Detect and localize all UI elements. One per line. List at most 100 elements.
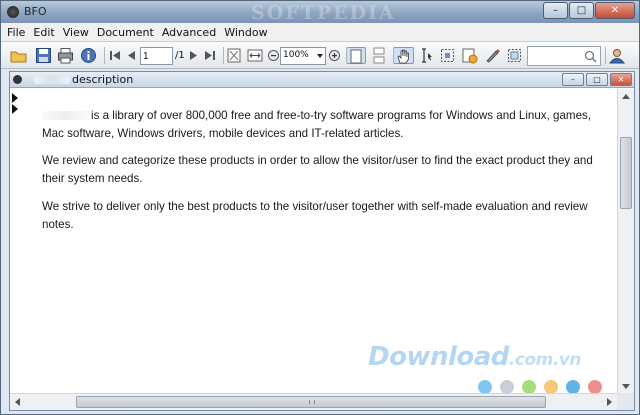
open-folder-icon — [10, 51, 27, 63]
search-input[interactable] — [527, 46, 601, 66]
prev-page-button[interactable] — [124, 47, 138, 64]
single-page-toggle[interactable] — [346, 47, 366, 64]
page-number-input[interactable] — [140, 47, 173, 65]
minimize-button[interactable]: – — [543, 2, 568, 19]
watermark-dot — [588, 380, 602, 394]
chevron-down-icon — [317, 54, 323, 58]
fit-width-button[interactable] — [246, 47, 264, 64]
document-close-button[interactable]: ✕ — [610, 73, 632, 86]
paragraph-3: We strive to deliver only the best produ… — [42, 200, 588, 231]
watermark-dot — [500, 380, 514, 394]
document-maximize-button[interactable]: □ — [586, 73, 608, 86]
softpedia-watermark: SOFTPEDIA — [251, 2, 396, 24]
maximize-button[interactable]: □ — [569, 2, 594, 19]
info-button[interactable] — [80, 47, 97, 64]
page-total-label: /1 — [175, 50, 185, 61]
watermark-dot — [478, 380, 492, 394]
menu-view[interactable]: View — [63, 26, 89, 39]
watermark-dot — [544, 380, 558, 394]
save-icon — [36, 48, 51, 63]
open-button[interactable] — [10, 47, 27, 64]
fit-width-icon — [247, 49, 263, 62]
zoom-out-icon — [268, 50, 279, 61]
print-button[interactable] — [57, 47, 74, 64]
app-window: BFO SOFTPEDIA – □ ✕ File Edit View Docum… — [0, 0, 640, 415]
blurred-site-name — [42, 111, 88, 121]
sign-button[interactable] — [484, 47, 502, 64]
document-title-bar[interactable]: description – □ ✕ — [10, 72, 634, 88]
page-marker-icon — [12, 93, 18, 103]
continuous-page-toggle[interactable] — [370, 47, 388, 64]
menu-edit[interactable]: Edit — [33, 26, 54, 39]
horizontal-scroll-thumb[interactable] — [76, 396, 546, 408]
vertical-scroll-thumb[interactable] — [620, 137, 632, 209]
menu-advanced[interactable]: Advanced — [162, 26, 216, 39]
sign-icon — [486, 49, 500, 63]
fit-page-button[interactable] — [223, 47, 243, 64]
watermark-dot — [522, 380, 536, 394]
print-icon — [58, 48, 73, 64]
next-page-icon — [190, 51, 197, 60]
last-page-icon — [205, 51, 215, 60]
zoom-select[interactable]: 100% — [280, 47, 326, 65]
paragraph-1: is a library of over 800,000 free and fr… — [42, 109, 592, 140]
single-page-icon — [350, 49, 362, 64]
zoom-in-button[interactable] — [328, 47, 341, 64]
zoom-in-icon — [329, 50, 340, 61]
menu-window[interactable]: Window — [224, 26, 267, 39]
scroll-down-icon[interactable] — [622, 384, 630, 389]
zoom-out-button[interactable] — [267, 47, 280, 64]
watermark-dot — [566, 380, 580, 394]
scroll-right-icon[interactable] — [607, 398, 612, 406]
snapshot-icon — [508, 49, 521, 62]
paragraph-2: We review and categorize these products … — [42, 154, 593, 185]
vertical-scrollbar[interactable] — [617, 89, 634, 394]
close-button[interactable]: ✕ — [595, 2, 635, 19]
title-bar[interactable]: BFO SOFTPEDIA – □ ✕ — [1, 1, 639, 24]
zoom-value: 100% — [283, 50, 309, 60]
window-title: BFO — [24, 5, 47, 18]
info-icon — [81, 48, 96, 63]
blurred-site-name — [34, 76, 70, 84]
snapshot-button[interactable] — [506, 47, 524, 64]
document-page[interactable]: is a library of over 800,000 free and fr… — [10, 89, 616, 394]
prev-page-icon — [128, 51, 135, 60]
menu-document[interactable]: Document — [97, 26, 154, 39]
scroll-up-icon[interactable] — [622, 94, 630, 99]
caption-buttons: – □ ✕ — [542, 2, 635, 19]
document-caption-buttons: – □ ✕ — [560, 73, 632, 86]
hand-tool-icon — [397, 49, 409, 64]
download-watermark: Download.com.vn — [368, 342, 581, 372]
select-area-icon — [441, 49, 454, 62]
continuous-page-icon — [373, 47, 385, 64]
first-page-button[interactable] — [104, 47, 124, 64]
toolbar: /1 100% — [1, 41, 639, 69]
search-icon[interactable] — [584, 50, 597, 63]
last-page-button[interactable] — [202, 47, 220, 64]
hand-tool-button[interactable] — [393, 47, 414, 64]
menu-bar: File Edit View Document Advanced Window — [1, 23, 639, 41]
save-button[interactable] — [35, 47, 52, 64]
first-page-icon — [110, 51, 120, 60]
text-select-button[interactable] — [417, 47, 435, 64]
grip-icon — [309, 400, 315, 404]
scroll-left-icon[interactable] — [15, 398, 20, 406]
next-page-button[interactable] — [187, 47, 201, 64]
app-logo-icon — [7, 6, 19, 18]
user-button[interactable] — [605, 47, 629, 64]
annotate-button[interactable] — [461, 47, 479, 64]
text-select-icon — [422, 48, 432, 63]
horizontal-scrollbar[interactable] — [10, 393, 617, 410]
document-tab-label: description — [72, 73, 134, 86]
watermark-dots — [478, 380, 610, 394]
page-marker-icon — [12, 104, 18, 114]
select-area-button[interactable] — [439, 47, 457, 64]
scroll-corner — [617, 393, 634, 410]
menu-file[interactable]: File — [7, 26, 25, 39]
document-icon — [13, 75, 22, 84]
annotate-icon — [462, 48, 478, 64]
fit-page-icon — [227, 48, 241, 63]
user-icon — [608, 49, 626, 64]
document-window: description – □ ✕ is a library of over 8… — [9, 71, 635, 411]
document-minimize-button[interactable]: – — [562, 73, 584, 86]
